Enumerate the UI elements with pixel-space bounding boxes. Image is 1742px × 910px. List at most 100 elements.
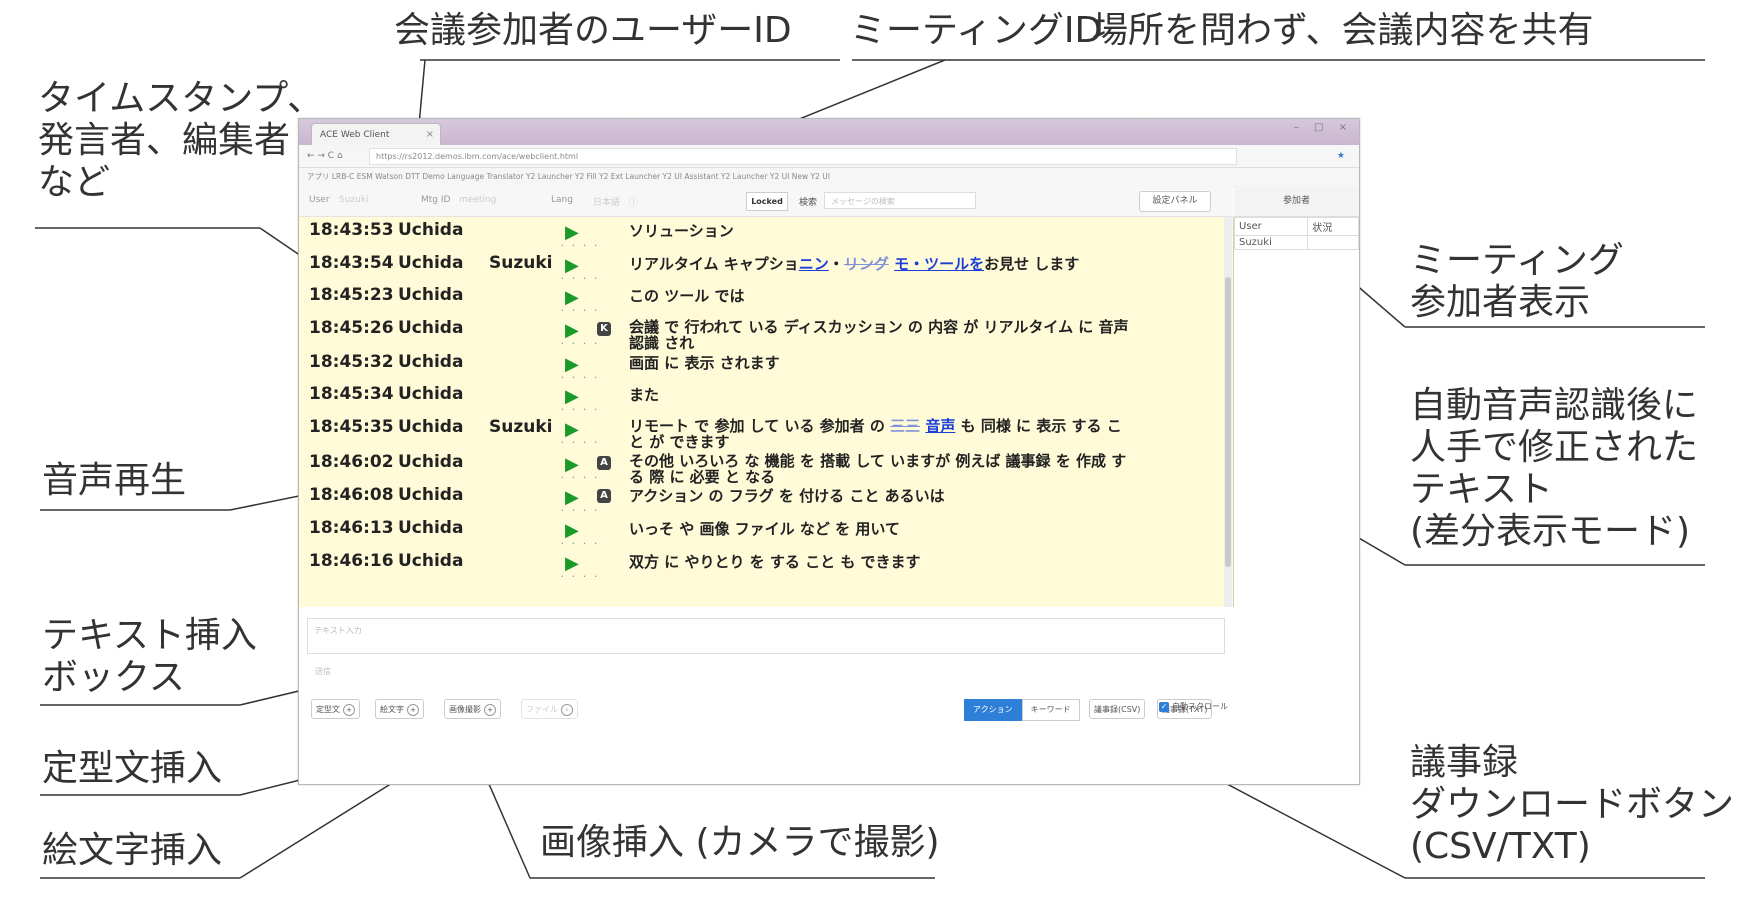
transcript-row: 18:46:13 Uchida ▶ · · · · いっそ や 画像 ファイル など を… <box>299 518 1233 548</box>
row-timestamp: 18:46:02 <box>309 452 394 472</box>
row-timestamp: 18:46:13 <box>309 518 394 538</box>
flag-badge-icon[interactable]: K <box>597 322 611 336</box>
tab-title: ACE Web Client <box>320 130 390 140</box>
row-text[interactable]: また <box>629 387 1129 403</box>
col-status: 状況 <box>1307 217 1359 236</box>
row-action-dots[interactable]: · · · · <box>561 540 600 548</box>
row-text[interactable]: この ツール では <box>629 288 1129 304</box>
search-label: 検索 <box>799 198 818 208</box>
file-button[interactable]: ファイル + <box>521 699 578 719</box>
tab-action[interactable]: アクション <box>964 699 1022 721</box>
url-field[interactable]: https://rs2012.demos.ibm.com/ace/webclie… <box>369 148 1237 165</box>
image-label: 画像撮影 <box>449 705 481 714</box>
play-icon[interactable]: ▶ <box>565 553 579 574</box>
transcript-scrollbar[interactable] <box>1224 217 1232 607</box>
transcript-row: 18:45:34 Uchida ▶ · · · · また <box>299 384 1233 414</box>
callout-user-id: 会議参加者のユーザーID <box>394 10 792 51</box>
tab-close-icon[interactable]: × <box>426 124 434 146</box>
participants-table: User 状況 Suzuki <box>1233 217 1359 250</box>
col-user: User <box>1233 217 1309 236</box>
lang-help-icon[interactable]: ⓘ <box>629 195 638 208</box>
template-button[interactable]: 定型文 + <box>311 699 360 719</box>
row-action-dots[interactable]: · · · · <box>561 340 600 348</box>
autoscroll-checkbox[interactable]: ✓ 自動スクロール <box>1159 701 1228 712</box>
window-controls[interactable]: – □ × <box>1294 122 1353 133</box>
lang-value[interactable]: 日本語 <box>593 195 620 208</box>
row-action-dots[interactable]: · · · · <box>561 307 600 315</box>
transcript-row: 18:43:53 Uchida ▶ · · · · ソリューション <box>299 220 1233 250</box>
play-icon[interactable]: ▶ <box>565 287 579 308</box>
circle-plus-icon: + <box>484 703 496 716</box>
row-text[interactable]: リアルタイム キャプショニン・リング モ・ツールをお見せ します <box>629 256 1129 272</box>
row-timestamp: 18:46:16 <box>309 551 394 571</box>
checkbox-icon: ✓ <box>1159 701 1169 712</box>
callout-image: 画像挿入 (カメラで撮影) <box>540 822 940 863</box>
row-speaker: Uchida <box>398 485 464 505</box>
transcript-row: 18:45:35 Uchida Suzuki ▶ · · · · リモート で 参加 して… <box>299 417 1233 450</box>
play-icon[interactable]: ▶ <box>565 255 579 276</box>
bottom-toolbar: 定型文 + 絵文字 + 画像撮影 + ファイル + アクション キーワード 議事録(CSV… <box>299 691 1233 731</box>
participants-panel: 参加者 User 状況 Suzuki <box>1233 186 1359 784</box>
row-text[interactable]: ソリューション <box>629 223 1129 239</box>
row-editor: Suzuki <box>489 253 553 273</box>
nav-buttons[interactable]: ← → C ⌂ <box>307 145 343 167</box>
play-icon[interactable]: ▶ <box>565 454 579 475</box>
row-action-dots[interactable]: · · · · <box>561 439 600 447</box>
row-speaker: Uchida <box>398 384 464 404</box>
transcript-row: 18:46:08 Uchida ▶ · · · · A アクション の フラグ を 付ける… <box>299 485 1233 515</box>
bookmarks-bar[interactable]: アプリ LRB-C ESM Watson DTT Demo Language T… <box>299 168 1359 187</box>
emoji-button[interactable]: 絵文字 + <box>375 699 424 719</box>
flag-badge-icon[interactable]: A <box>597 456 611 470</box>
settings-panel-button[interactable]: 設定パネル <box>1139 191 1211 212</box>
row-text[interactable]: リモート で 参加 して いる 参加者 の 三三 音声 も 同様 に 表示 する… <box>629 418 1129 450</box>
image-capture-button[interactable]: 画像撮影 + <box>444 699 501 719</box>
row-speaker: Uchida <box>398 551 464 571</box>
flag-badge-icon[interactable]: A <box>597 489 611 503</box>
row-action-dots[interactable]: · · · · <box>561 474 600 482</box>
transcript-row: 18:45:23 Uchida ▶ · · · · この ツール では <box>299 285 1233 315</box>
play-icon[interactable]: ▶ <box>565 487 579 508</box>
mode-toggle: アクション キーワード <box>964 699 1080 721</box>
circle-plus-icon: + <box>407 703 419 716</box>
play-icon[interactable]: ▶ <box>565 354 579 375</box>
play-icon[interactable]: ▶ <box>565 320 579 341</box>
row-action-dots[interactable]: · · · · <box>561 275 600 283</box>
callout-timestamp: タイムスタンプ、 発言者、編集者 など <box>38 78 324 203</box>
user-value[interactable]: Suzuki <box>339 195 369 205</box>
row-text[interactable]: 双方 に やりとり を する こと も できます <box>629 554 1129 570</box>
callout-participants: ミーティング 参加者表示 <box>1410 240 1624 323</box>
row-text[interactable]: いっそ や 画像 ファイル など を 用いて <box>629 521 1129 537</box>
row-text[interactable]: その他 いろいろ な 機能 を 搭載 して いますが 例えば 議事録 を 作成 … <box>629 453 1129 485</box>
row-action-dots[interactable]: · · · · <box>561 573 600 581</box>
row-action-dots[interactable]: · · · · <box>561 242 600 250</box>
download-csv-button[interactable]: 議事録(CSV) <box>1089 699 1146 719</box>
lang-label: Lang <box>551 195 573 205</box>
scrollbar-thumb[interactable] <box>1225 277 1231 567</box>
transcript-row: 18:46:02 Uchida ▶ · · · · A その他 いろいろ な 機能 を 搭… <box>299 452 1233 485</box>
play-icon[interactable]: ▶ <box>565 520 579 541</box>
row-text[interactable]: アクション の フラグ を 付ける こと あるいは <box>629 488 1129 504</box>
circle-plus-icon: + <box>343 703 355 716</box>
lock-button[interactable]: Locked <box>746 192 788 211</box>
row-action-dots[interactable]: · · · · <box>561 507 600 515</box>
send-note[interactable]: 送信 <box>315 666 331 677</box>
diff-text: ニン <box>798 255 829 273</box>
tab-keyword[interactable]: キーワード <box>1021 699 1080 721</box>
row-speaker: Uchida <box>398 352 464 372</box>
mtg-id-value[interactable]: meeting <box>459 195 496 205</box>
play-icon[interactable]: ▶ <box>565 222 579 243</box>
title-bar: ACE Web Client × – □ × <box>299 119 1359 145</box>
row-editor: Suzuki <box>489 417 553 437</box>
text-insert-box[interactable]: テキスト入力 <box>307 618 1225 654</box>
bookmark-star-icon[interactable]: ★ <box>1337 145 1345 167</box>
browser-tab[interactable]: ACE Web Client × <box>311 123 441 145</box>
row-action-dots[interactable]: · · · · <box>561 374 600 382</box>
row-text[interactable]: 画面 に 表示 されます <box>629 355 1129 371</box>
row-text[interactable]: 会議 で 行われて いる ディスカッション の 内容 が リアルタイム に 音声… <box>629 319 1129 351</box>
row-timestamp: 18:45:26 <box>309 318 394 338</box>
search-input[interactable]: メッセージの検索 <box>824 192 976 209</box>
play-icon[interactable]: ▶ <box>565 419 579 440</box>
row-action-dots[interactable]: · · · · <box>561 406 600 414</box>
mtg-id-label: Mtg ID <box>421 195 451 205</box>
play-icon[interactable]: ▶ <box>565 386 579 407</box>
